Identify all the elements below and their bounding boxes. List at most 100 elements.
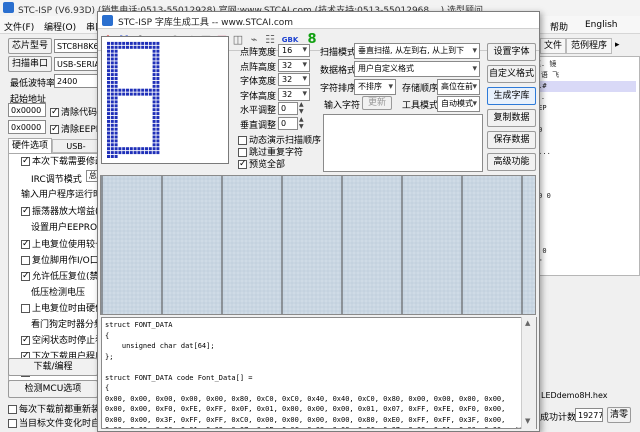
glyph-pixel — [156, 139, 160, 143]
glyph-pixel — [107, 73, 110, 77]
detect-mcu-button[interactable]: 检测MCU选项 — [8, 380, 98, 398]
glyph-pixel — [156, 123, 160, 127]
download-button[interactable]: 下载/编程 — [8, 358, 98, 376]
option-row[interactable]: 空闲状态时停止看 — [21, 333, 99, 346]
input-char-textarea[interactable] — [323, 114, 483, 172]
scan-mode-select[interactable]: 垂直扫描, 从左到右, 从上到下 — [354, 43, 480, 59]
option-checkbox[interactable] — [21, 256, 30, 265]
glyph-pixel — [148, 41, 152, 45]
preview-all-checkbox[interactable] — [238, 158, 247, 170]
copy-data-button[interactable]: 复制数据 — [487, 109, 536, 127]
option-checkbox[interactable] — [21, 155, 30, 167]
font-preview-grid[interactable] — [100, 175, 536, 315]
option-checkbox[interactable] — [21, 334, 30, 346]
option-checkbox[interactable] — [21, 304, 30, 313]
dialog-title-bar[interactable]: STC-ISP 字库生成工具 -- www.STCAI.com — [98, 12, 539, 29]
save-data-button[interactable]: 保存数据 — [487, 131, 536, 149]
size-setting-select[interactable]: 32 — [278, 73, 310, 86]
size-setting-select[interactable]: 32 — [278, 87, 310, 101]
tool-mode-select[interactable]: 自动模式 — [437, 96, 480, 112]
tab-file[interactable]: 文件 — [540, 38, 566, 54]
tab-usb-link[interactable]: USB-Link1D — [52, 139, 100, 153]
menu-file[interactable]: 文件(F) — [4, 20, 34, 33]
option-label: 低压检测电压 — [31, 288, 86, 298]
clear-code-check[interactable]: 清除代码 — [50, 105, 97, 118]
menu-program[interactable]: 编程(O) — [44, 20, 76, 33]
chip-model-field[interactable]: STC8H8K64U — [54, 39, 100, 53]
addr-field-2[interactable]: 0x0000 — [8, 120, 46, 134]
code-vertical-scrollbar[interactable]: ▲ ▼ — [521, 317, 536, 429]
scroll-up-icon[interactable]: ▲ — [525, 319, 530, 327]
advanced-button[interactable]: 高级功能 — [487, 153, 536, 171]
auto-reload-checkbox[interactable] — [8, 419, 17, 428]
glyph-pixel — [110, 53, 114, 57]
scan-port-button[interactable]: 扫描串口 — [8, 56, 52, 72]
addr-field-1[interactable]: 0x0000 — [8, 103, 46, 117]
option-row[interactable]: 允许低压复位(禁止 — [21, 269, 99, 282]
glyph-pixel — [152, 135, 156, 139]
glyph-pixel — [122, 41, 126, 45]
scroll-down-icon[interactable]: ▼ — [525, 417, 530, 425]
glyph-pixel — [133, 88, 137, 92]
option-label: 复位脚用作I/O口 — [32, 256, 99, 266]
glyph-pixel — [141, 151, 145, 155]
glyph-pixel — [110, 147, 114, 151]
glyph-pixel — [118, 41, 122, 45]
size-setting-select[interactable]: 32 — [278, 58, 310, 72]
option-row[interactable]: 振荡器放大增益(1 — [21, 204, 99, 217]
glyph-pixel — [110, 151, 114, 155]
tab-sample-label: 范例程序 — [570, 41, 607, 51]
data-format-select[interactable]: 用户自定义格式 — [354, 61, 480, 77]
option-row[interactable]: 本次下载需要修改 — [21, 154, 99, 167]
size-setting-spinner[interactable]: 0 — [278, 116, 298, 130]
glyph-preview[interactable] — [101, 36, 229, 164]
tab-sample-programs[interactable]: 范例程序 — [566, 38, 612, 54]
glyph-pixel — [152, 88, 156, 92]
menu-help[interactable]: 帮助 — [550, 20, 568, 33]
glyph-pixel — [110, 131, 114, 135]
skip-duplicate-checkbox[interactable] — [238, 148, 247, 157]
glyph-pixel — [118, 147, 122, 151]
size-setting-select[interactable]: 16 — [278, 44, 310, 57]
clear-code-checkbox[interactable] — [50, 106, 59, 118]
store-order-select[interactable]: 高位在前 — [437, 79, 480, 95]
auto-reload-on-change[interactable]: 当目标文件变化时自 — [8, 416, 100, 429]
reload-checkbox[interactable] — [8, 405, 17, 414]
menu-english[interactable]: English — [585, 20, 618, 30]
tab-scroll-right-icon[interactable]: ▸ — [615, 40, 620, 50]
reload-before-download[interactable]: 每次下载前都重新装 — [8, 402, 100, 415]
glyph-pixel — [133, 45, 137, 49]
spinner-arrows-icon[interactable]: ▲ ▼ — [299, 101, 304, 115]
chip-model-button[interactable]: 芯片型号 — [8, 38, 52, 54]
preview-all-option[interactable]: 预览全部 — [238, 157, 285, 170]
tab-hardware[interactable]: 硬件选项 — [8, 138, 52, 153]
glyph-pixel — [152, 69, 156, 73]
option-row[interactable]: 上电复位时由硬件 — [21, 301, 99, 314]
update-button[interactable]: 更新 — [362, 96, 392, 110]
glyph-pixel — [114, 88, 118, 92]
size-setting-spinner[interactable]: 0 — [278, 102, 298, 115]
option-checkbox[interactable] — [21, 238, 30, 250]
clear-eeprom-check[interactable]: 清除EEPR — [50, 122, 102, 135]
spinner-arrows-icon[interactable]: ▲ ▼ — [299, 116, 304, 130]
clear-count-button[interactable]: 清零 — [607, 407, 631, 423]
generate-font-button[interactable]: 生成字库 — [487, 87, 536, 105]
char-sort-select[interactable]: 不排序 — [354, 79, 396, 95]
option-row[interactable]: IRC调节模式总是 — [31, 170, 99, 185]
dynamic-scan-checkbox[interactable] — [238, 136, 247, 145]
baud-field[interactable]: 2400 — [54, 74, 100, 88]
glyph-pixel — [156, 104, 160, 108]
glyph-pixel — [107, 155, 110, 158]
glyph-pixel — [114, 119, 118, 123]
option-row[interactable]: 复位脚用作I/O口 — [21, 253, 99, 266]
glyph-pixel — [107, 147, 110, 151]
glyph-pixel — [107, 88, 110, 92]
port-field[interactable]: USB-SERIAL — [54, 57, 100, 71]
option-checkbox[interactable] — [21, 205, 30, 217]
custom-format-button[interactable]: 自定义格式 — [487, 65, 536, 83]
option-checkbox[interactable] — [21, 270, 30, 282]
generated-code-view[interactable]: struct FONT_DATA { unsigned char dat[64];… — [101, 317, 537, 429]
option-row[interactable]: 上电复位使用较长 — [21, 237, 99, 250]
clear-eeprom-checkbox[interactable] — [50, 123, 59, 135]
set-font-button[interactable]: 设置字体 — [487, 43, 536, 61]
